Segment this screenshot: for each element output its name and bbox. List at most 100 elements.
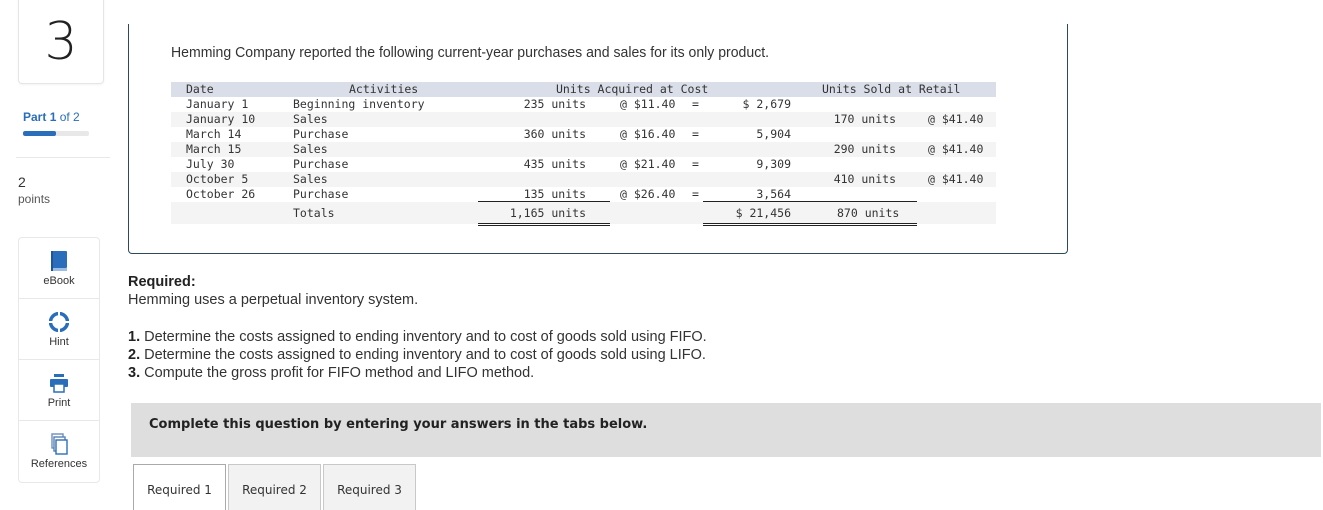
table-row: July 30 Purchase 435 units @ $21.40 = 9,309 [171,157,996,172]
amount-subtotal-rule [703,201,917,202]
row-date: October 26 [186,187,256,201]
required-item: 3. Compute the gross profit for FIFO met… [128,364,707,382]
row-amount: $ 2,679 [742,97,791,111]
table-row: October 5 Sales 410 units @ $41.40 [171,172,996,187]
row-equals: = [692,127,699,141]
ebook-label: eBook [43,274,75,287]
book-icon [48,250,70,272]
row-activity: Purchase [293,187,349,201]
row-equals: = [692,187,699,201]
header-units-sold: Units Sold at Retail [822,82,961,96]
required-system: Hemming uses a perpetual inventory syste… [128,292,419,308]
part-total: of 2 [59,110,80,124]
part-progress-bar [23,131,89,136]
points-value: 2 [18,174,26,190]
row-units-sold: 290 units [833,142,896,156]
lifebuoy-icon [48,311,70,333]
required-heading: Required: [128,274,196,290]
totals-amount: $ 21,456 [735,206,791,220]
table-row: March 15 Sales 290 units @ $41.40 [171,142,996,157]
table-header-row: Date Activities Units Acquired at Cost U… [171,82,996,97]
row-equals: = [692,97,699,111]
points-label: points [18,192,51,206]
question-number: 3 [44,11,78,72]
row-date: March 14 [186,127,242,141]
row-units-acquired: 360 units [523,127,586,141]
totals-label: Totals [293,206,335,220]
row-date: July 30 [186,157,235,171]
tab-required-3[interactable]: Required 3 [323,464,416,510]
row-date: January 1 [186,97,249,111]
row-retail-price: @ $41.40 [928,142,984,156]
print-label: Print [47,396,71,409]
row-units-acquired: 235 units [523,97,586,111]
row-date: January 10 [186,112,256,126]
row-activity: Purchase [293,127,349,141]
row-activity: Beginning inventory [293,97,425,111]
row-unit-cost: @ $16.40 [620,127,676,141]
references-button[interactable]: References [19,421,99,482]
required-item: 1. Determine the costs assigned to endin… [128,328,707,346]
part-current: 1 [49,110,57,124]
part-label: Part [23,110,47,124]
units-total-double-rule [478,223,610,226]
row-amount: 9,309 [756,157,791,171]
units-subtotal-rule [478,201,610,202]
row-date: October 5 [186,172,249,186]
row-amount: 3,564 [756,187,791,201]
totals-row: Totals 1,165 units $ 21,456 870 units [171,202,996,224]
required-item-number: 2. [128,347,141,363]
problem-intro: Hemming Company reported the following c… [171,45,770,61]
instructions-banner: Complete this question by entering your … [131,403,1321,457]
tools-panel: eBook Hint Print References [18,237,100,483]
header-units-acquired: Units Acquired at Cost [556,82,709,96]
ebook-button[interactable]: eBook [19,238,99,299]
references-label: References [30,458,88,470]
tab-required-2[interactable]: Required 2 [228,464,321,510]
header-activities: Activities [349,82,419,96]
required-item-text: Determine the costs assigned to ending i… [140,347,706,363]
row-amount: 5,904 [756,127,791,141]
row-retail-price: @ $41.40 [928,112,984,126]
row-activity: Sales [293,112,328,126]
totals-sold: 870 units [837,206,900,220]
question-number-card: 3 [18,0,104,84]
row-units-sold: 410 units [833,172,896,186]
row-units-acquired: 435 units [523,157,586,171]
row-units-acquired: 135 units [523,187,586,201]
print-button[interactable]: Print [19,360,99,421]
required-item: 2. Determine the costs assigned to endin… [128,346,707,364]
required-item-text: Compute the gross profit for FIFO method… [140,365,535,381]
tab-required-1[interactable]: Required 1 [133,464,226,510]
table-row: March 14 Purchase 360 units @ $16.40 = 5,904 [171,127,996,142]
row-date: March 15 [186,142,242,156]
row-equals: = [692,157,699,171]
table-row: October 26 Purchase 135 units @ $26.40 = 3,56… [171,187,996,202]
required-item-number: 3. [128,365,141,381]
row-activity: Purchase [293,157,349,171]
required-list: 1. Determine the costs assigned to endin… [128,328,707,382]
row-units-sold: 170 units [833,112,896,126]
required-item-number: 1. [128,329,141,345]
hint-label: Hint [49,335,69,348]
copy-documents-icon [48,433,70,455]
required-item-text: Determine the costs assigned to ending i… [140,329,707,345]
divider [16,157,110,158]
row-unit-cost: @ $26.40 [620,187,676,201]
amount-total-double-rule [703,223,917,226]
part-indicator: Part 1 of 2 [23,110,80,124]
row-retail-price: @ $41.40 [928,172,984,186]
row-unit-cost: @ $21.40 [620,157,676,171]
row-activity: Sales [293,172,328,186]
table-row: January 10 Sales 170 units @ $41.40 [171,112,996,127]
printer-icon [48,372,70,394]
header-date: Date [186,82,214,96]
part-progress-fill [23,131,56,136]
answer-tabs: Required 1 Required 2 Required 3 [133,464,418,510]
inventory-table: Date Activities Units Acquired at Cost U… [171,82,996,226]
table-row: January 1 Beginning inventory 235 units @ $… [171,97,996,112]
row-activity: Sales [293,142,328,156]
totals-units: 1,165 units [509,206,586,220]
row-unit-cost: @ $11.40 [620,97,676,111]
hint-button[interactable]: Hint [19,299,99,360]
